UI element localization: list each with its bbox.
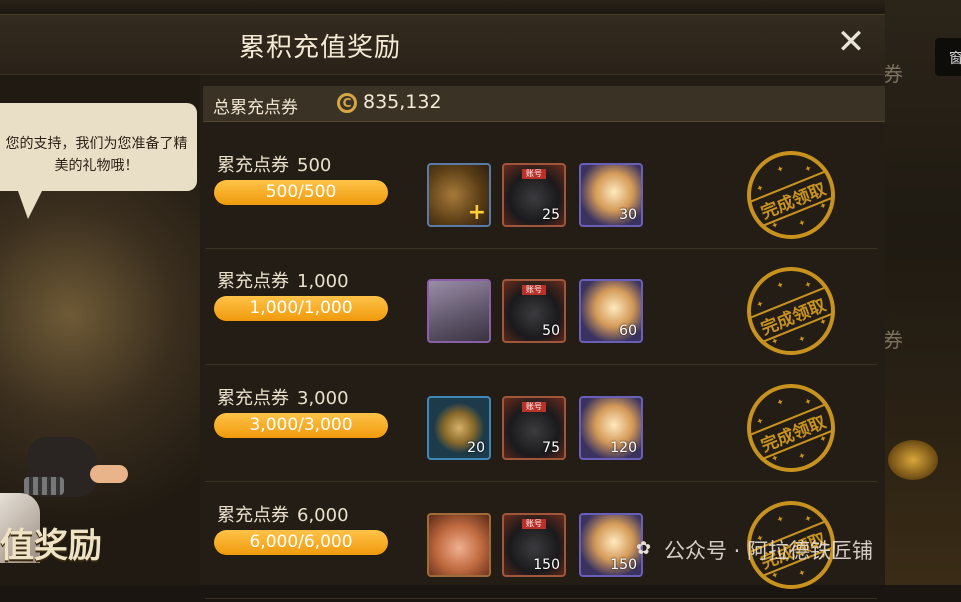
title-bar: 累积充值奖励 ✕ — [0, 15, 885, 75]
tier-label-text: 累充点券 — [217, 271, 289, 292]
tier-label-text: 累充点券 — [217, 155, 289, 176]
item-tag: 账号 — [522, 285, 546, 295]
medal-icon[interactable]: 20 — [427, 396, 491, 460]
wechat-icon: ✿ — [636, 538, 652, 559]
tier-label: 累充点券 1,000 — [217, 267, 349, 293]
star-icon: ✦ — [775, 280, 787, 293]
ore-icon[interactable]: 账号 75 — [502, 396, 566, 460]
coupon-icon: C — [337, 93, 357, 113]
item-quantity: 25 — [542, 207, 560, 223]
star-icon: ✦ — [769, 336, 781, 349]
reward-tier-row: 累充点券 3,000 3,000/3,000 20 账号 75 120 完成领取 ✦ ✦ ✦ ✦ ✦ ✦ — [205, 370, 877, 486]
tier-amount: 500 — [297, 155, 332, 176]
npc-speech-text: 您的支持，我们为您准备了精美的礼物哦！ — [5, 136, 188, 174]
star-icon: ✦ — [754, 299, 766, 312]
npc-banner-text: 值奖励 — [0, 526, 102, 566]
star-icon: ✦ — [818, 200, 829, 213]
total-recharge-bar: 总累充点券 C 835,132 — [203, 86, 885, 122]
star-icon: ✦ — [818, 433, 829, 446]
tier-label-text: 累充点券 — [217, 505, 289, 526]
reward-tier-row: 累充点券 500 500/500 + 账号 25 30 完成领取 ✦ ✦ ✦ ✦ ✦ ✦ — [205, 137, 877, 253]
star-icon: ✦ — [769, 453, 781, 466]
star-icon: ✦ — [775, 514, 787, 527]
side-window-button-label: 窗 — [949, 51, 961, 67]
star-icon: ✦ — [754, 183, 766, 196]
background-text: 券 — [883, 62, 903, 86]
chest-icon[interactable] — [427, 279, 491, 343]
bag-plus-icon[interactable]: + — [427, 163, 491, 227]
claimed-stamp: 完成领取 ✦ ✦ ✦ ✦ ✦ ✦ — [733, 370, 849, 486]
coins-decoration — [888, 440, 938, 480]
plus-icon: + — [467, 200, 486, 225]
reward-tier-row: 累充点券 1,000 1,000/1,000 账号 50 60 完成领取 ✦ ✦ ✦ ✦ ✦ ✦ — [205, 253, 877, 369]
star-icon: ✦ — [775, 164, 787, 177]
npc-speech-bubble: 您的支持，我们为您准备了精美的礼物哦！ — [0, 103, 197, 191]
side-window-button[interactable]: 窗 — [935, 38, 961, 76]
background-text: 券 — [883, 328, 903, 352]
item-quantity: 150 — [533, 557, 560, 573]
claimed-stamp: 完成领取 ✦ ✦ ✦ ✦ ✦ ✦ — [733, 253, 849, 369]
hand-icon[interactable]: 120 — [579, 396, 643, 460]
star-icon: ✦ — [775, 397, 787, 410]
item-quantity: 20 — [467, 440, 485, 456]
tier-amount: 3,000 — [297, 388, 349, 409]
ore-icon[interactable]: 账号 50 — [502, 279, 566, 343]
window-title: 累积充值奖励 — [238, 33, 401, 63]
tier-label-text: 累充点券 — [217, 388, 289, 409]
hand-icon[interactable]: 30 — [579, 163, 643, 227]
background-top-bar — [0, 0, 961, 14]
total-recharge-value: 835,132 — [363, 91, 442, 113]
item-tag: 账号 — [522, 519, 546, 529]
speech-bubble-tail — [18, 191, 42, 219]
item-tag: 账号 — [522, 169, 546, 179]
item-quantity: 75 — [542, 440, 560, 456]
star-icon: ✦ — [803, 513, 814, 526]
star-icon: ✦ — [803, 163, 814, 176]
tier-progress-bar: 500/500 — [214, 180, 388, 205]
tier-label: 累充点券 6,000 — [217, 501, 349, 527]
reward-panel: 累积充值奖励 ✕ 您的支持，我们为您准备了精美的礼物哦！ 值奖励 总累充点券 C… — [0, 14, 885, 602]
tier-progress-bar: 1,000/1,000 — [214, 296, 388, 321]
star-icon: ✦ — [769, 570, 781, 583]
claimed-stamp: 完成领取 ✦ ✦ ✦ ✦ ✦ ✦ — [733, 137, 849, 253]
close-button[interactable]: ✕ — [834, 25, 868, 59]
tier-amount: 1,000 — [297, 271, 349, 292]
item-tag: 账号 — [522, 402, 546, 412]
total-recharge-label: 总累充点券 — [213, 98, 298, 118]
claimed-stamp-text: 完成领取 — [750, 170, 836, 228]
star-icon: ✦ — [754, 416, 766, 429]
star-icon: ✦ — [797, 450, 808, 463]
watermark: 公众号 · 阿拉德铁匠铺 — [664, 539, 874, 563]
tier-progress-bar: 3,000/3,000 — [214, 413, 388, 438]
npc-wristband — [24, 477, 64, 495]
ore-icon[interactable]: 账号 150 — [502, 513, 566, 577]
star-icon: ✦ — [803, 279, 814, 292]
close-icon: ✕ — [836, 22, 866, 62]
star-icon: ✦ — [797, 567, 808, 580]
hand-icon[interactable]: 60 — [579, 279, 643, 343]
star-icon: ✦ — [797, 333, 808, 346]
star-icon: ✦ — [797, 217, 808, 230]
item-quantity: 50 — [542, 323, 560, 339]
claimed-stamp-text: 完成领取 — [750, 403, 836, 461]
item-quantity: 30 — [619, 207, 637, 223]
tier-label: 累充点券 500 — [217, 151, 331, 177]
ore-icon[interactable]: 账号 25 — [502, 163, 566, 227]
star-icon: ✦ — [769, 220, 781, 233]
item-quantity: 150 — [610, 557, 637, 573]
star-icon: ✦ — [818, 316, 829, 329]
background-right: 券 券 — [883, 0, 961, 585]
tier-label: 累充点券 3,000 — [217, 384, 349, 410]
tier-progress-bar: 6,000/6,000 — [214, 530, 388, 555]
npc-finger — [90, 465, 128, 483]
star-icon: ✦ — [803, 396, 814, 409]
item-quantity: 120 — [610, 440, 637, 456]
pig-icon[interactable] — [427, 513, 491, 577]
item-quantity: 60 — [619, 323, 637, 339]
tier-amount: 6,000 — [297, 505, 349, 526]
hand-icon[interactable]: 150 — [579, 513, 643, 577]
claimed-stamp-text: 完成领取 — [750, 286, 836, 344]
